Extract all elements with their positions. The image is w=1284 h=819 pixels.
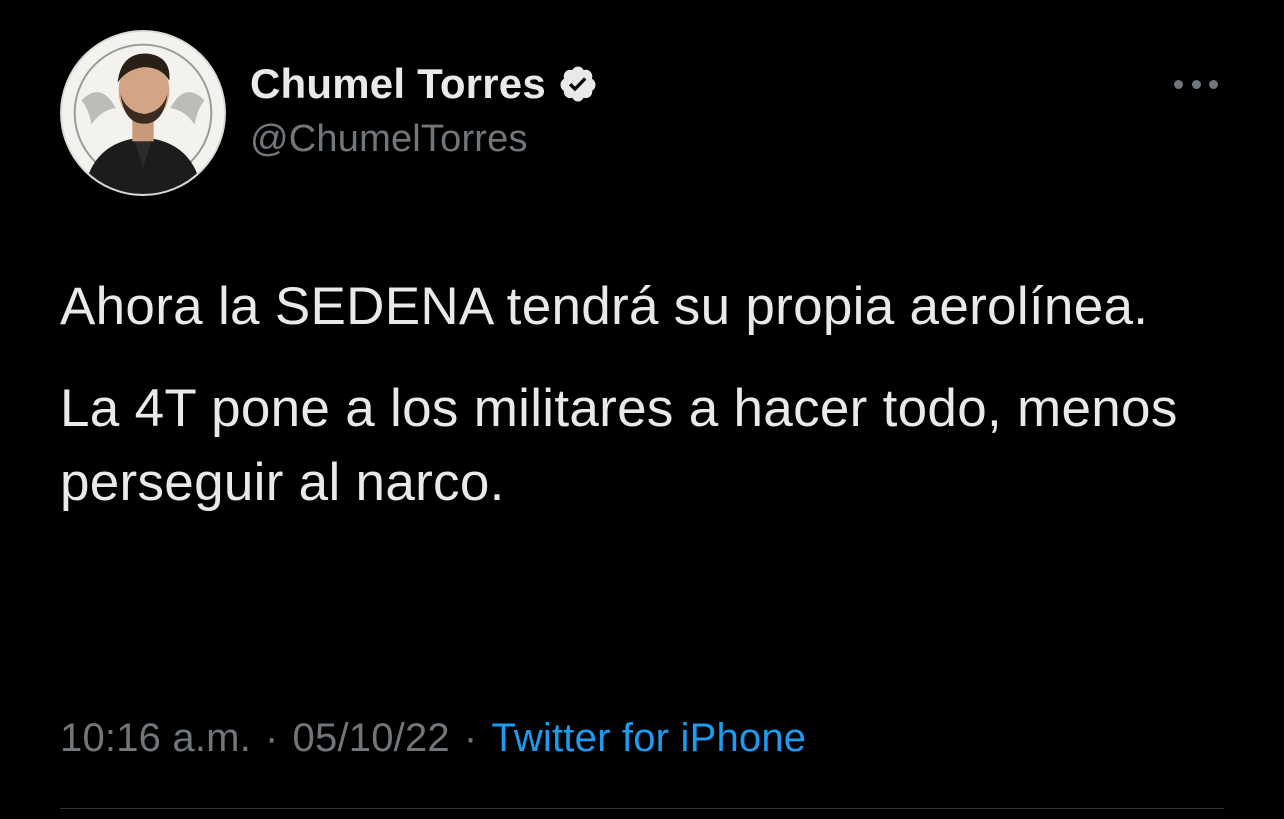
tweet-header: Chumel Torres @ChumelTorres bbox=[60, 30, 1224, 198]
display-name-row: Chumel Torres bbox=[250, 56, 598, 112]
author-handle[interactable]: @ChumelTorres bbox=[250, 118, 598, 161]
tweet-time[interactable]: 10:16 a.m. bbox=[60, 716, 251, 760]
more-horizontal-icon[interactable] bbox=[1174, 76, 1218, 92]
more-dot bbox=[1174, 79, 1183, 89]
tweet-source-link[interactable]: Twitter for iPhone bbox=[491, 716, 806, 760]
meta-separator: · bbox=[265, 716, 279, 760]
avatar[interactable] bbox=[60, 30, 226, 196]
more-dot bbox=[1191, 79, 1201, 89]
tweet: Chumel Torres @ChumelTorres Ahora la SED… bbox=[0, 0, 1284, 819]
author-display-name[interactable]: Chumel Torres bbox=[250, 60, 546, 108]
author-info: Chumel Torres @ChumelTorres bbox=[250, 56, 598, 161]
verified-badge-icon bbox=[560, 66, 596, 102]
avatar-image bbox=[62, 32, 224, 194]
tweet-date[interactable]: 05/10/22 bbox=[293, 716, 450, 760]
tweet-meta: 10:16 a.m. · 05/10/22 · Twitter for iPhone bbox=[60, 716, 806, 761]
tweet-text: Ahora la SEDENA tendrá su propia aerolín… bbox=[60, 270, 1230, 520]
more-dot bbox=[1209, 79, 1218, 89]
tweet-paragraph: La 4T pone a los militares a hacer todo,… bbox=[60, 379, 1178, 512]
divider bbox=[60, 808, 1224, 809]
meta-separator: · bbox=[463, 716, 478, 760]
tweet-paragraph: Ahora la SEDENA tendrá su propia aerolín… bbox=[60, 277, 1149, 336]
